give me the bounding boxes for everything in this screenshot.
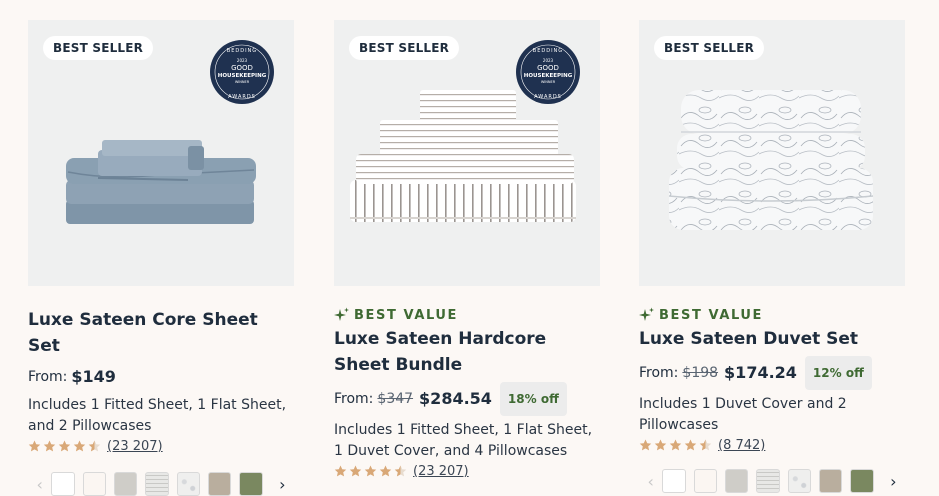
svg-text:2023: 2023 bbox=[543, 58, 554, 63]
svg-text:WINNER: WINNER bbox=[541, 80, 556, 84]
product-image[interactable]: BEST SELLER BEDDING 2023 GOOD HOUSEKEEPI… bbox=[334, 20, 600, 286]
best-value-label: BEST VALUE bbox=[354, 307, 459, 323]
price-row: From: $347 $284.54 18% off bbox=[334, 382, 600, 416]
rating-row: (23 207) bbox=[28, 439, 294, 454]
best-seller-badge: BEST SELLER bbox=[43, 36, 154, 60]
discount-badge: 18% off bbox=[499, 382, 567, 416]
svg-text:GOOD: GOOD bbox=[231, 64, 253, 72]
svg-text:BEDDING: BEDDING bbox=[227, 48, 257, 54]
star-icon bbox=[349, 465, 362, 477]
chevron-left-icon[interactable]: ‹ bbox=[639, 469, 662, 493]
rating-row: (8 742) bbox=[639, 438, 905, 453]
best-seller-badge: BEST SELLER bbox=[654, 36, 765, 60]
chevron-right-icon[interactable]: › bbox=[882, 469, 905, 493]
star-icon bbox=[654, 439, 667, 451]
product-image[interactable]: BEST SELLER BEDDING 2023 GOOD HOUSEKEEPI… bbox=[28, 20, 294, 286]
star-icon bbox=[364, 465, 377, 477]
original-price: $347 bbox=[377, 391, 414, 407]
star-icon bbox=[684, 439, 697, 451]
from-label: From: bbox=[334, 391, 374, 407]
original-price: $198 bbox=[682, 365, 719, 381]
star-icon bbox=[73, 440, 86, 452]
star-icon bbox=[379, 465, 392, 477]
star-rating bbox=[28, 440, 103, 453]
product-card[interactable]: BEST SELLER BEST VALUE Luxe Sateen Duvet… bbox=[639, 20, 905, 493]
star-icon bbox=[43, 440, 56, 452]
color-swatch[interactable] bbox=[724, 469, 749, 493]
star-half-icon bbox=[394, 465, 407, 477]
product-card[interactable]: BEST SELLER BEDDING 2023 GOOD HOUSEKEEPI… bbox=[334, 20, 600, 479]
product-title[interactable]: Luxe Sateen Duvet Set bbox=[639, 326, 905, 352]
product-description: Includes 1 Fitted Sheet, 1 Flat Sheet, a… bbox=[28, 397, 287, 434]
svg-text:2023: 2023 bbox=[237, 58, 248, 63]
best-value-tag: BEST VALUE bbox=[639, 306, 905, 324]
star-rating bbox=[639, 439, 714, 452]
star-icon bbox=[28, 440, 41, 452]
color-swatches: ‹ › bbox=[28, 472, 294, 496]
price-row: From: $149 bbox=[28, 363, 294, 391]
from-label: From: bbox=[28, 369, 68, 385]
svg-text:HOUSEKEEPING: HOUSEKEEPING bbox=[218, 73, 267, 79]
color-swatch[interactable] bbox=[176, 472, 200, 496]
svg-text:AWARDS: AWARDS bbox=[534, 94, 562, 100]
star-half-icon bbox=[88, 440, 101, 452]
review-count-link[interactable]: (23 207) bbox=[107, 439, 163, 454]
color-swatches: ‹ › bbox=[639, 469, 905, 493]
best-seller-badge: BEST SELLER bbox=[349, 36, 460, 60]
current-price: $284.54 bbox=[419, 389, 492, 408]
color-swatch[interactable] bbox=[787, 469, 811, 493]
color-swatch[interactable] bbox=[662, 469, 686, 493]
sparkle-icon bbox=[639, 307, 654, 321]
review-count-link[interactable]: (8 742) bbox=[718, 438, 765, 453]
product-description: Includes 1 Fitted Sheet, 1 Flat Sheet, 1… bbox=[334, 422, 593, 459]
svg-text:GOOD: GOOD bbox=[537, 64, 559, 72]
color-swatch[interactable] bbox=[51, 472, 75, 496]
best-value-label: BEST VALUE bbox=[659, 307, 764, 323]
discount-badge: 12% off bbox=[804, 356, 872, 390]
star-half-icon bbox=[699, 439, 712, 451]
product-title[interactable]: Luxe Sateen Core Sheet Set bbox=[28, 307, 294, 359]
chevron-right-icon[interactable]: › bbox=[271, 472, 294, 496]
chevron-left-icon[interactable]: ‹ bbox=[28, 472, 51, 496]
current-price: $174.24 bbox=[724, 363, 797, 382]
from-label: From: bbox=[639, 365, 679, 381]
svg-text:WINNER: WINNER bbox=[235, 80, 250, 84]
svg-text:BEDDING: BEDDING bbox=[533, 48, 563, 54]
color-swatch[interactable] bbox=[145, 472, 169, 496]
product-image[interactable]: BEST SELLER bbox=[639, 20, 905, 286]
good-housekeeping-award-icon: BEDDING 2023 GOOD HOUSEKEEPING WINNER AW… bbox=[210, 40, 274, 104]
color-swatch[interactable] bbox=[756, 469, 780, 493]
color-swatch[interactable] bbox=[208, 472, 232, 496]
good-housekeeping-award-icon: BEDDING 2023 GOOD HOUSEKEEPING WINNER AW… bbox=[516, 40, 580, 104]
current-price: $149 bbox=[71, 367, 116, 386]
best-value-tag: BEST VALUE bbox=[334, 306, 600, 324]
color-swatch[interactable] bbox=[850, 469, 874, 493]
product-card[interactable]: BEST SELLER BEDDING 2023 GOOD HOUSEKEEPI… bbox=[28, 20, 294, 496]
price-row: From: $198 $174.24 12% off bbox=[639, 356, 905, 390]
svg-text:HOUSEKEEPING: HOUSEKEEPING bbox=[524, 73, 573, 79]
star-icon bbox=[669, 439, 682, 451]
color-swatch[interactable] bbox=[819, 469, 843, 493]
review-count-link[interactable]: (23 207) bbox=[413, 464, 469, 479]
color-swatch[interactable] bbox=[82, 472, 106, 496]
sparkle-icon bbox=[334, 307, 349, 321]
color-swatch[interactable] bbox=[239, 472, 263, 496]
star-rating bbox=[334, 465, 409, 478]
product-title[interactable]: Luxe Sateen Hardcore Sheet Bundle bbox=[334, 326, 600, 378]
star-icon bbox=[334, 465, 347, 477]
svg-text:AWARDS: AWARDS bbox=[228, 94, 256, 100]
star-icon bbox=[639, 439, 652, 451]
product-description: Includes 1 Duvet Cover and 2 Pillowcases bbox=[639, 396, 847, 433]
color-swatch[interactable] bbox=[113, 472, 138, 496]
star-icon bbox=[58, 440, 71, 452]
rating-row: (23 207) bbox=[334, 464, 600, 479]
color-swatch[interactable] bbox=[693, 469, 717, 493]
